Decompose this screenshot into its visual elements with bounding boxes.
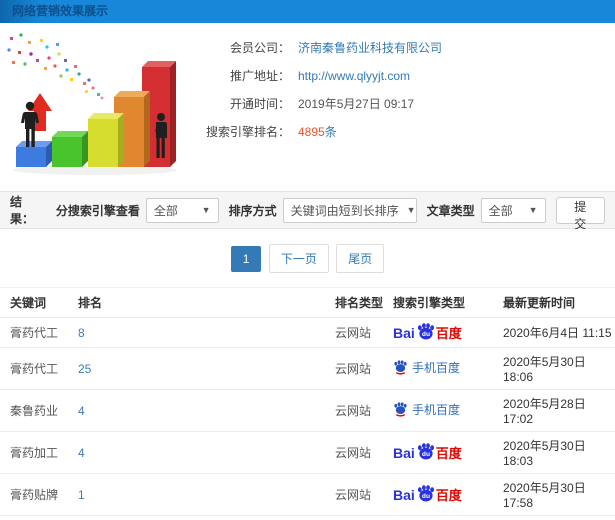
keyword-text: 膏药代工 bbox=[10, 326, 59, 340]
baidu-paw-icon: du bbox=[417, 485, 434, 502]
sort-filter-label: 排序方式 bbox=[228, 203, 277, 218]
company-label: 会员公司： bbox=[229, 41, 290, 55]
header-rank: 排名 bbox=[78, 287, 335, 318]
bar-chart-clipart-svg bbox=[7, 33, 177, 175]
titlebar: 网络营销效果展示 bbox=[0, 0, 615, 23]
baidu-paw-icon: du bbox=[417, 443, 434, 460]
next-page-button[interactable]: 下一页 bbox=[268, 244, 329, 273]
header-keyword: 关键词 bbox=[0, 287, 78, 318]
table-row: 秦鲁药业 4 云网站 手机百度 2020年5月28日 17:02 bbox=[0, 389, 615, 432]
table-row: 膏药加工 4 云网站 Bai du 百度 2020年5月30日 18:03 bbox=[0, 431, 615, 474]
rank-type-text: 云网站 bbox=[335, 446, 372, 460]
svg-text:du: du bbox=[422, 331, 430, 338]
rank-link[interactable]: 25 bbox=[78, 362, 91, 376]
bar-chart-clipart bbox=[0, 29, 182, 181]
rank-link[interactable]: 8 bbox=[78, 326, 85, 340]
open-time-value: 2019年5月27日 09:17 bbox=[298, 97, 415, 111]
rank-type-text: 云网站 bbox=[335, 362, 372, 376]
pagination: 1 下一页 尾页 bbox=[0, 229, 615, 287]
header-updated: 最新更新时间 bbox=[503, 287, 615, 318]
updated-time-text: 2020年5月30日 17:58 bbox=[503, 481, 586, 510]
promo-url-label: 推广地址： bbox=[229, 69, 290, 83]
article-type-select[interactable]: 全部 ▼ bbox=[480, 197, 546, 223]
updated-time-text: 2020年6月4日 11:15 bbox=[503, 326, 612, 340]
sort-select[interactable]: 关键词由短到长排序 ▼ bbox=[282, 197, 417, 223]
baidu-logo: Bai du 百度 bbox=[393, 485, 462, 503]
baidu-logo: Bai du 百度 bbox=[393, 323, 462, 341]
mobile-baidu-logo: 手机百度 bbox=[393, 401, 460, 418]
chevron-down-icon: ▼ bbox=[528, 205, 538, 215]
updated-time-text: 2020年5月28日 17:02 bbox=[503, 397, 586, 426]
keyword-text: 秦鲁药业 bbox=[10, 404, 59, 418]
rank-type-text: 云网站 bbox=[335, 488, 372, 502]
info-section: 会员公司： 济南秦鲁药业科技有限公司 推广地址： http://www.qlyy… bbox=[0, 23, 615, 191]
article-type-filter-label: 文章类型 bbox=[426, 203, 475, 218]
rank-type-text: 云网站 bbox=[335, 326, 372, 340]
svg-text:du: du bbox=[422, 451, 430, 458]
rank-link[interactable]: 1 bbox=[78, 488, 85, 502]
updated-time-text: 2020年5月30日 18:03 bbox=[503, 439, 586, 468]
engine-filter-label: 分搜索引擎查看 bbox=[55, 203, 140, 218]
company-link[interactable]: 济南秦鲁药业科技有限公司 bbox=[298, 39, 442, 56]
rank-link[interactable]: 4 bbox=[78, 446, 85, 460]
svg-text:du: du bbox=[422, 493, 430, 500]
page-title: 网络营销效果展示 bbox=[12, 4, 109, 18]
rank-link[interactable]: 4 bbox=[78, 404, 85, 418]
engine-select[interactable]: 全部 ▼ bbox=[145, 197, 219, 223]
open-time-label: 开通时间： bbox=[229, 97, 290, 111]
info-fields: 会员公司： 济南秦鲁药业科技有限公司 推广地址： http://www.qlyy… bbox=[182, 29, 442, 181]
table-row: 膏药贴牌 1 云网站 Bai du 百度 2020年5月30日 17:58 bbox=[0, 473, 615, 516]
rank-type-text: 云网站 bbox=[335, 404, 372, 418]
mobile-baidu-paw-icon bbox=[394, 402, 407, 417]
results-table: 关键词 排名 排名类型 搜索引擎类型 最新更新时间 膏药代工 8 云网站 Bai… bbox=[0, 287, 615, 520]
filter-bar: 结果： 分搜索引擎查看 全部 ▼ 排序方式 关键词由短到长排序 ▼ 文章类型 全… bbox=[0, 191, 615, 231]
keyword-text: 膏药贴牌 bbox=[10, 488, 59, 502]
mobile-baidu-logo: 手机百度 bbox=[393, 359, 460, 376]
last-page-button[interactable]: 尾页 bbox=[336, 244, 385, 273]
updated-time-text: 2020年5月30日 18:06 bbox=[503, 355, 586, 384]
filter-controls: 分搜索引擎查看 全部 ▼ 排序方式 关键词由短到长排序 ▼ 文章类型 全部 ▼ … bbox=[46, 196, 605, 231]
mobile-baidu-paw-icon bbox=[394, 360, 407, 375]
baidu-paw-icon: du bbox=[417, 323, 434, 340]
submit-button[interactable]: 提交 bbox=[555, 196, 605, 231]
engine-rank-count: 4895条 bbox=[298, 125, 337, 139]
table-row: 口罩贴牌 29 云网站 手机百度 2020年5月28日 16:55 bbox=[0, 515, 615, 520]
chevron-down-icon: ▼ bbox=[406, 205, 416, 215]
page-1-button[interactable]: 1 bbox=[230, 246, 262, 272]
keyword-text: 膏药代工 bbox=[10, 362, 59, 376]
result-label: 结果： bbox=[10, 195, 35, 226]
keyword-text: 膏药加工 bbox=[10, 446, 59, 460]
confetti bbox=[7, 33, 104, 100]
table-row: 膏药代工 8 云网站 Bai du 百度 2020年6月4日 11:15 bbox=[0, 317, 615, 348]
baidu-logo: Bai du 百度 bbox=[393, 443, 462, 461]
header-engine-type: 搜索引擎类型 bbox=[393, 287, 503, 318]
table-header-row: 关键词 排名 排名类型 搜索引擎类型 最新更新时间 bbox=[0, 287, 615, 318]
promo-url-link[interactable]: http://www.qlyyjt.com bbox=[298, 69, 410, 83]
header-rank-type: 排名类型 bbox=[335, 287, 393, 318]
chevron-down-icon: ▼ bbox=[201, 205, 211, 215]
engine-rank-count-label: 搜索引擎排名： bbox=[205, 125, 290, 139]
table-row: 膏药代工 25 云网站 手机百度 2020年5月30日 18:06 bbox=[0, 347, 615, 390]
